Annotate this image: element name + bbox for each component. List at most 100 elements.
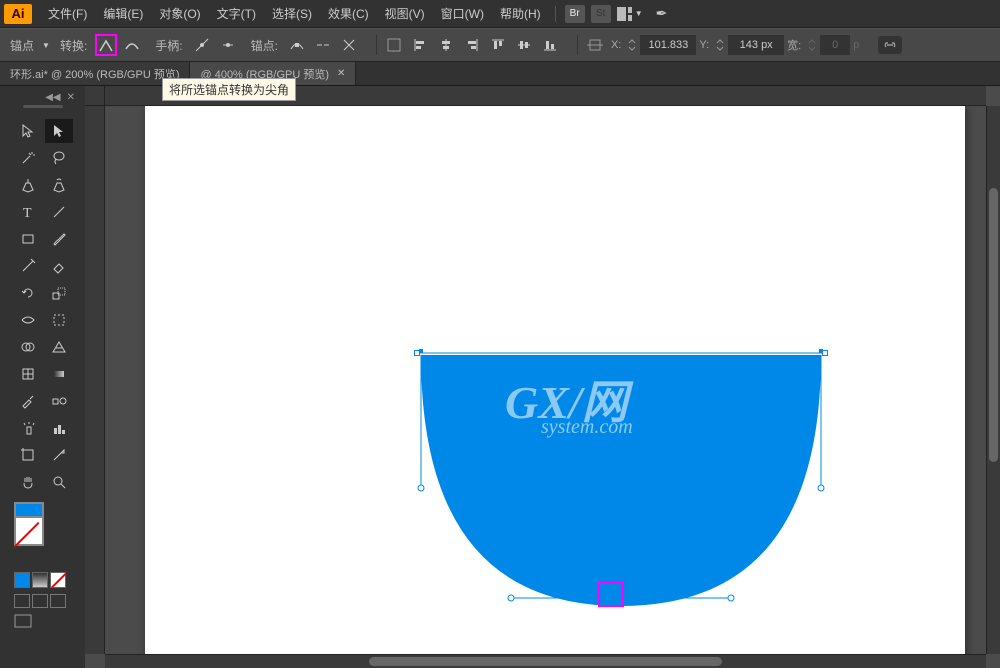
menu-effect[interactable]: 效果(C) xyxy=(320,5,377,22)
canvas-area[interactable]: GX/网 system.com xyxy=(85,86,1000,668)
dropdown-arrow-icon: ▼ xyxy=(635,9,643,18)
bridge-icon[interactable]: Br xyxy=(565,5,585,23)
feather-icon[interactable]: ✒ xyxy=(656,5,668,22)
connect-anchor-button[interactable] xyxy=(312,34,334,56)
width-tool[interactable] xyxy=(14,308,42,332)
slice-tool[interactable] xyxy=(45,443,73,467)
hand-tool[interactable] xyxy=(14,470,42,494)
x-input[interactable] xyxy=(640,35,696,55)
artboard-tool[interactable] xyxy=(14,443,42,467)
x-label: X: xyxy=(611,39,621,51)
align-left-button[interactable] xyxy=(409,34,431,56)
menu-window[interactable]: 窗口(W) xyxy=(433,5,492,22)
magic-wand-tool[interactable] xyxy=(14,146,42,170)
convert-to-smooth-button[interactable] xyxy=(121,34,143,56)
cut-path-button[interactable] xyxy=(338,34,360,56)
y-input[interactable] xyxy=(728,35,784,55)
selection-tool[interactable] xyxy=(14,119,42,143)
direction-handle[interactable] xyxy=(508,595,515,602)
ruler-vertical[interactable] xyxy=(85,86,105,654)
shaper-tool[interactable] xyxy=(14,254,42,278)
scroll-thumb[interactable] xyxy=(989,188,998,462)
watermark-text: system.com xyxy=(541,416,633,439)
blend-tool[interactable] xyxy=(45,389,73,413)
scale-tool[interactable] xyxy=(45,281,73,305)
w-unit: p xyxy=(853,39,859,51)
free-transform-tool[interactable] xyxy=(45,308,73,332)
fill-stroke-swatches[interactable] xyxy=(0,502,85,550)
main-area: ◀◀ ✕ T xyxy=(0,86,1000,668)
panel-close-icon[interactable]: ✕ xyxy=(67,92,75,103)
remove-anchor-button[interactable] xyxy=(286,34,308,56)
direction-handle[interactable] xyxy=(418,485,425,492)
scrollbar-vertical[interactable] xyxy=(986,106,1000,654)
isolate-button[interactable] xyxy=(383,34,405,56)
eyedropper-tool[interactable] xyxy=(14,389,42,413)
bounding-handle[interactable] xyxy=(419,349,423,353)
w-input[interactable] xyxy=(820,35,850,55)
direction-handle[interactable] xyxy=(728,595,735,602)
color-mode-2[interactable] xyxy=(32,572,48,588)
type-tool[interactable]: T xyxy=(14,200,42,224)
y-stepper[interactable] xyxy=(714,34,726,56)
menu-select[interactable]: 选择(S) xyxy=(264,5,320,22)
line-tool[interactable] xyxy=(45,200,73,224)
panel-grip[interactable] xyxy=(0,105,85,115)
hide-handles-button[interactable] xyxy=(217,34,239,56)
screen-mode[interactable] xyxy=(0,614,85,631)
w-stepper[interactable] xyxy=(806,34,818,56)
direct-selection-tool[interactable] xyxy=(45,119,73,143)
show-handles-button[interactable] xyxy=(191,34,213,56)
color-mode-3[interactable] xyxy=(50,572,66,588)
menu-help[interactable]: 帮助(H) xyxy=(492,5,549,22)
menu-bar: Ai 文件(F) 编辑(E) 对象(O) 文字(T) 选择(S) 效果(C) 视… xyxy=(0,0,1000,28)
panel-collapse-icon[interactable]: ◀◀ xyxy=(45,92,60,103)
rotate-tool[interactable] xyxy=(14,281,42,305)
menu-type[interactable]: 文字(T) xyxy=(209,5,264,22)
pen-tool[interactable] xyxy=(14,173,42,197)
arrange-documents-icon[interactable]: ▼ xyxy=(617,5,643,23)
lasso-tool[interactable] xyxy=(45,146,73,170)
close-icon[interactable]: ✕ xyxy=(337,68,345,79)
zoom-tool[interactable] xyxy=(45,470,73,494)
x-stepper[interactable] xyxy=(626,34,638,56)
draw-behind[interactable] xyxy=(32,594,48,608)
ruler-origin[interactable] xyxy=(85,86,105,106)
menu-view[interactable]: 视图(V) xyxy=(377,5,433,22)
document-tabs: 环形.ai* @ 200% (RGB/GPU 预览) @ 400% (RGB/G… xyxy=(0,62,1000,86)
rectangle-tool[interactable] xyxy=(14,227,42,251)
gradient-tool[interactable] xyxy=(45,362,73,386)
direction-handle[interactable] xyxy=(818,485,825,492)
curvature-tool[interactable] xyxy=(45,173,73,197)
color-mode-1[interactable] xyxy=(14,572,30,588)
mesh-tool[interactable] xyxy=(14,362,42,386)
paintbrush-tool[interactable] xyxy=(45,227,73,251)
align-middle-button[interactable] xyxy=(513,34,535,56)
column-graph-tool[interactable] xyxy=(45,416,73,440)
draw-inside[interactable] xyxy=(50,594,66,608)
stroke-swatch[interactable] xyxy=(14,516,44,546)
stock-icon[interactable]: St xyxy=(591,5,611,23)
tools-panel: ◀◀ ✕ T xyxy=(0,86,85,668)
perspective-tool[interactable] xyxy=(45,335,73,359)
draw-normal[interactable] xyxy=(14,594,30,608)
shape-builder-tool[interactable] xyxy=(14,335,42,359)
align-bottom-button[interactable] xyxy=(539,34,561,56)
align-right-button[interactable] xyxy=(461,34,483,56)
convert-to-corner-button[interactable] xyxy=(95,34,117,56)
menu-object[interactable]: 对象(O) xyxy=(151,5,208,22)
menu-edit[interactable]: 编辑(E) xyxy=(95,5,151,22)
bounding-handle[interactable] xyxy=(819,349,823,353)
separator xyxy=(376,35,377,55)
transform-button[interactable] xyxy=(584,34,606,56)
dropdown-arrow-icon[interactable]: ▼ xyxy=(42,41,50,50)
scrollbar-horizontal[interactable] xyxy=(105,654,986,668)
link-constrain-icon[interactable] xyxy=(878,36,902,54)
align-center-h-button[interactable] xyxy=(435,34,457,56)
eraser-tool[interactable] xyxy=(45,254,73,278)
anchors-label: 锚点 xyxy=(10,37,34,54)
align-top-button[interactable] xyxy=(487,34,509,56)
scroll-thumb[interactable] xyxy=(369,657,721,666)
symbol-sprayer-tool[interactable] xyxy=(14,416,42,440)
menu-file[interactable]: 文件(F) xyxy=(40,5,95,22)
